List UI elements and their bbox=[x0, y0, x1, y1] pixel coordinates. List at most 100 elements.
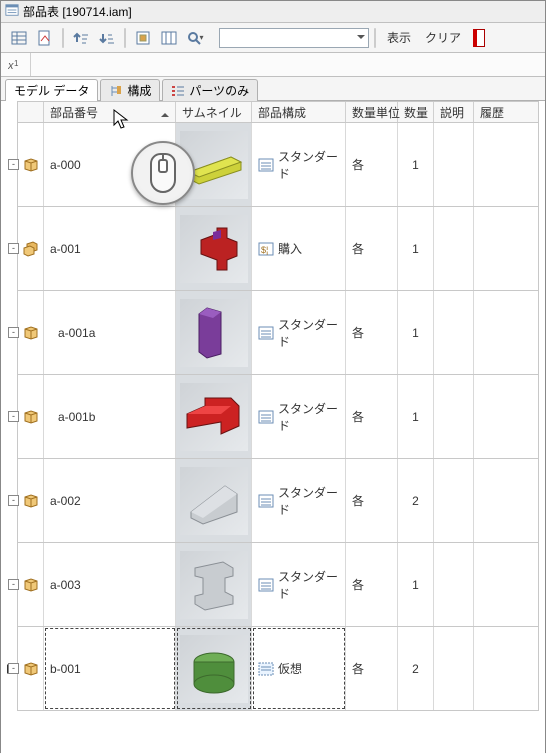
cell-thumbnail[interactable] bbox=[176, 459, 252, 542]
cell-part-no[interactable]: a-003 bbox=[44, 543, 176, 626]
cell-part-no[interactable]: a-001b bbox=[44, 375, 176, 458]
cell-part-no[interactable]: a-001 bbox=[44, 207, 176, 290]
cell-desc[interactable] bbox=[434, 543, 474, 626]
cell-desc[interactable] bbox=[434, 123, 474, 206]
tree-expander[interactable]: - bbox=[8, 159, 19, 170]
cell-part-no[interactable]: a-002 bbox=[44, 459, 176, 542]
table-row[interactable]: -a-001$¦購入各1 bbox=[17, 207, 539, 291]
cell-history[interactable] bbox=[474, 291, 514, 374]
cell-unit[interactable]: 各 bbox=[346, 627, 398, 710]
tool-find-icon[interactable]: ▾ bbox=[183, 27, 207, 49]
col-unit[interactable]: 数量単位 bbox=[346, 102, 398, 122]
cell-desc[interactable] bbox=[434, 627, 474, 710]
clear-button[interactable]: クリア bbox=[419, 27, 467, 48]
cell-desc[interactable] bbox=[434, 207, 474, 290]
cell-history[interactable] bbox=[474, 543, 514, 626]
cell-qty[interactable]: 2 bbox=[398, 627, 434, 710]
toolbar-red-icon[interactable] bbox=[473, 29, 485, 47]
cell-thumbnail[interactable] bbox=[176, 207, 252, 290]
tool-grid-icon[interactable] bbox=[7, 27, 31, 49]
cell-qty[interactable]: 1 bbox=[398, 375, 434, 458]
cell-part-no[interactable]: a-001a bbox=[44, 291, 176, 374]
cell-composition[interactable]: スタンダード bbox=[252, 291, 346, 374]
cell-history[interactable] bbox=[474, 459, 514, 542]
col-tree[interactable] bbox=[18, 102, 44, 122]
col-desc[interactable]: 説明 bbox=[434, 102, 474, 122]
cell-part-no[interactable]: b-001 bbox=[44, 627, 176, 710]
cell-desc[interactable] bbox=[434, 291, 474, 374]
tree-expander[interactable]: - bbox=[8, 243, 19, 254]
tab-structure[interactable]: 構成 bbox=[100, 79, 160, 101]
cell-thumbnail[interactable] bbox=[176, 543, 252, 626]
assembly-icon bbox=[22, 240, 40, 258]
expression-input[interactable] bbox=[31, 53, 545, 76]
cell-history[interactable] bbox=[474, 627, 514, 710]
cell-unit[interactable]: 各 bbox=[346, 207, 398, 290]
tree-expander[interactable]: - bbox=[8, 663, 19, 674]
cell-composition[interactable]: スタンダード bbox=[252, 375, 346, 458]
cell-history[interactable] bbox=[474, 207, 514, 290]
tree-expander[interactable]: - bbox=[8, 579, 19, 590]
tab-parts-only[interactable]: パーツのみ bbox=[162, 79, 258, 101]
col-qty[interactable]: 数量 bbox=[398, 102, 434, 122]
cell-desc[interactable] bbox=[434, 375, 474, 458]
cell-desc[interactable] bbox=[434, 459, 474, 542]
cell-qty[interactable]: 1 bbox=[398, 123, 434, 206]
svg-text:1: 1 bbox=[14, 59, 19, 68]
composition-label: スタンダード bbox=[278, 316, 339, 350]
cell-thumbnail[interactable] bbox=[176, 123, 252, 206]
cell-history[interactable] bbox=[474, 123, 514, 206]
cell-qty[interactable]: 1 bbox=[398, 543, 434, 626]
cell-history[interactable] bbox=[474, 375, 514, 458]
table-row[interactable]: -b-001仮想各2 bbox=[17, 627, 539, 711]
cell-thumbnail[interactable] bbox=[176, 291, 252, 374]
cell-unit[interactable]: 各 bbox=[346, 459, 398, 542]
tree-expander[interactable]: - bbox=[8, 495, 19, 506]
cell-thumbnail[interactable] bbox=[176, 627, 252, 710]
cell-qty[interactable]: 2 bbox=[398, 459, 434, 542]
cell-unit[interactable]: 各 bbox=[346, 375, 398, 458]
cell-composition[interactable]: 仮想 bbox=[252, 627, 346, 710]
composition-label: スタンダード bbox=[278, 568, 339, 602]
fx-icon[interactable]: x1 bbox=[1, 53, 31, 76]
table-row[interactable]: -a-002スタンダード各2 bbox=[17, 459, 539, 543]
cell-unit[interactable]: 各 bbox=[346, 291, 398, 374]
col-composition[interactable]: 部品構成 bbox=[252, 102, 346, 122]
composition-icon bbox=[258, 409, 274, 425]
tree-expander[interactable]: - bbox=[8, 327, 19, 338]
table-row[interactable]: -a-001bスタンダード各1 bbox=[17, 375, 539, 459]
cell-composition[interactable]: スタンダード bbox=[252, 459, 346, 542]
col-thumbnail[interactable]: サムネイル bbox=[176, 102, 252, 122]
table-row[interactable]: -a-001aスタンダード各1 bbox=[17, 291, 539, 375]
bom-window-icon bbox=[5, 3, 19, 20]
toolbar-combo[interactable] bbox=[219, 28, 369, 48]
tool-sheet-icon[interactable] bbox=[33, 27, 57, 49]
thumbnail-red-cross bbox=[180, 215, 248, 283]
table-row[interactable]: -a-000スタンダード各1 bbox=[17, 123, 539, 207]
tool-part-icon[interactable] bbox=[131, 27, 155, 49]
cell-thumbnail[interactable] bbox=[176, 375, 252, 458]
composition-label: 購入 bbox=[278, 240, 302, 257]
cell-composition[interactable]: スタンダード bbox=[252, 123, 346, 206]
cell-composition[interactable]: スタンダード bbox=[252, 543, 346, 626]
tool-columns-icon[interactable] bbox=[157, 27, 181, 49]
cell-qty[interactable]: 1 bbox=[398, 207, 434, 290]
tab-structure-label: 構成 bbox=[127, 82, 151, 99]
tool-sort-asc-icon[interactable] bbox=[69, 27, 93, 49]
cell-unit[interactable]: 各 bbox=[346, 543, 398, 626]
cell-unit[interactable]: 各 bbox=[346, 123, 398, 206]
composition-label: スタンダード bbox=[278, 484, 339, 518]
cell-part-no[interactable]: a-000 bbox=[44, 123, 176, 206]
cell-qty[interactable]: 1 bbox=[398, 291, 434, 374]
sort-asc-icon bbox=[161, 109, 169, 117]
thumbnail-yellow-bar bbox=[180, 131, 248, 199]
tool-sort-desc-icon[interactable] bbox=[95, 27, 119, 49]
cell-composition[interactable]: $¦購入 bbox=[252, 207, 346, 290]
tab-model-data[interactable]: モデル データ bbox=[5, 79, 98, 101]
table-row[interactable]: -a-003スタンダード各1 bbox=[17, 543, 539, 627]
tree-expander[interactable]: - bbox=[8, 411, 19, 422]
display-button[interactable]: 表示 bbox=[381, 27, 417, 48]
thumbnail-gray-wedge bbox=[180, 467, 248, 535]
col-history[interactable]: 履歴 bbox=[474, 102, 514, 122]
col-part-no[interactable]: 部品番号 bbox=[44, 102, 176, 122]
